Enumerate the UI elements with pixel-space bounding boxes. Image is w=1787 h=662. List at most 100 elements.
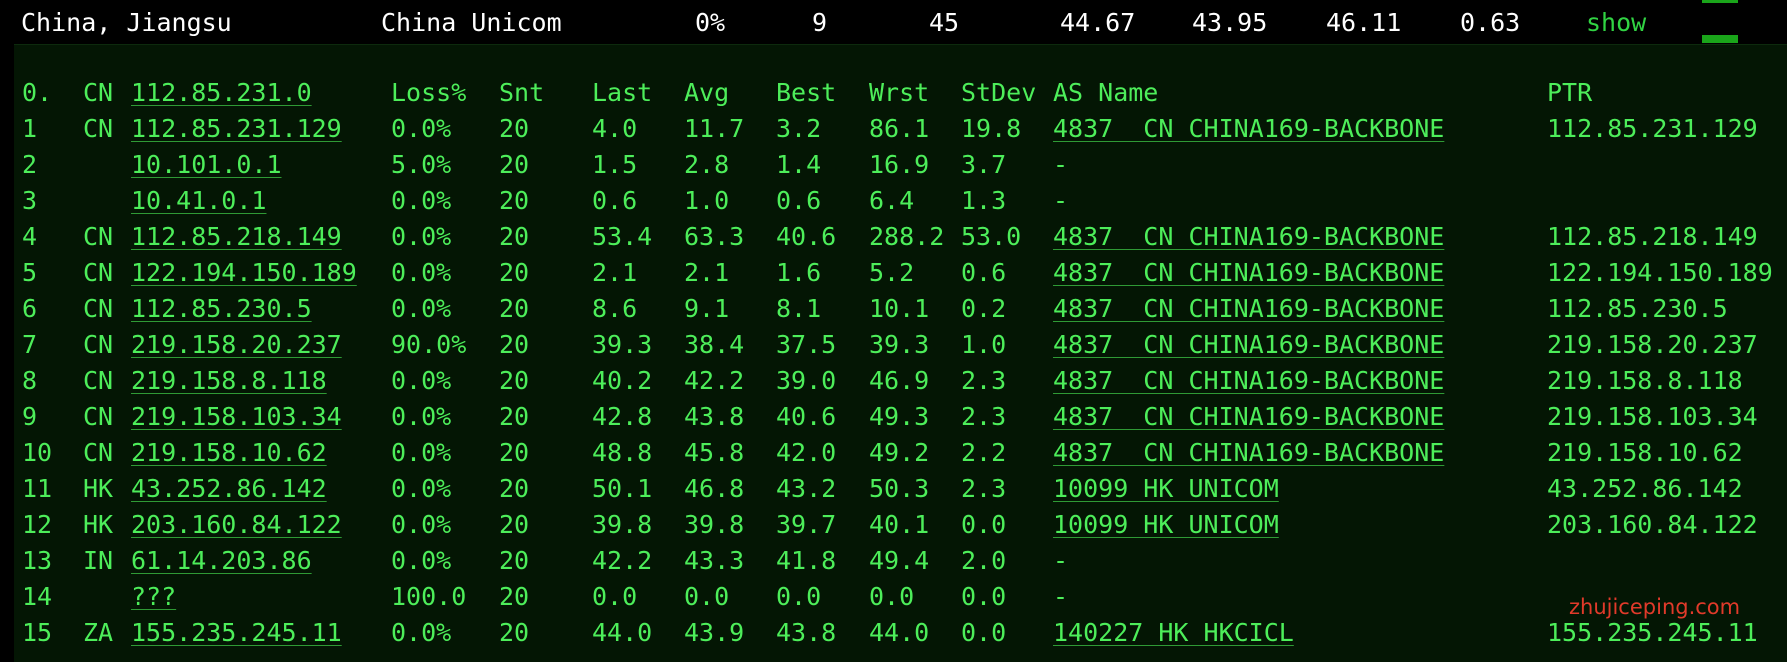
host-link[interactable]: 155.235.245.11 — [131, 616, 342, 650]
as-name-link[interactable]: 4837 CN CHINA169-BACKBONE — [1053, 256, 1444, 290]
hop-number: 12 — [22, 510, 53, 539]
header-host-link[interactable]: 112.85.231.0 — [131, 76, 312, 110]
loss-cell: 0.0% — [391, 294, 452, 323]
hop-number: 3 — [22, 186, 38, 215]
table-header: 0. CN 112.85.231.0 Loss% Snt Last Avg Be… — [14, 76, 1787, 110]
host-link[interactable]: 219.158.20.237 — [131, 328, 342, 362]
as-name-link[interactable]: 10099 HK UNICOM — [1053, 472, 1279, 506]
snt-cell: 20 — [499, 186, 530, 215]
last-cell: 44.0 — [592, 618, 653, 647]
host-link[interactable]: 219.158.103.34 — [131, 400, 342, 434]
as-name-link[interactable]: 10099 HK UNICOM — [1053, 508, 1279, 542]
snt-cell: 20 — [499, 330, 530, 359]
last-cell: 39.3 — [592, 330, 653, 359]
snt-cell: 20 — [499, 618, 530, 647]
mini-bar-bottom — [1702, 35, 1738, 43]
best-cell: 41.8 — [776, 546, 837, 575]
show-link[interactable]: show — [1586, 6, 1646, 40]
wrst-cell: 0.0 — [869, 582, 915, 611]
ptr-cell: 203.160.84.122 — [1547, 510, 1758, 539]
wrst-cell: 10.1 — [869, 294, 930, 323]
country-code: HK — [83, 474, 114, 503]
best-cell: 8.1 — [776, 294, 822, 323]
hops-value: 9 — [812, 8, 828, 37]
table-row: 4 CN 112.85.218.149 0.0% 20 53.4 63.3 40… — [14, 220, 1787, 254]
host-link[interactable]: 219.158.10.62 — [131, 436, 327, 470]
host-link[interactable]: 10.101.0.1 — [131, 148, 282, 182]
as-name-link[interactable]: 4837 CN CHINA169-BACKBONE — [1053, 328, 1444, 362]
table-row: 9 CN 219.158.103.34 0.0% 20 42.8 43.8 40… — [14, 400, 1787, 434]
country-code: CN — [83, 366, 114, 395]
avg-cell: 9.1 — [684, 294, 730, 323]
as-name-link[interactable]: 140227 HK HKCICL — [1053, 616, 1294, 650]
host-link[interactable]: 122.194.150.189 — [131, 256, 357, 290]
country-code: CN — [83, 402, 114, 431]
table-row: 5 CN 122.194.150.189 0.0% 20 2.1 2.1 1.6… — [14, 256, 1787, 290]
host-link[interactable]: 112.85.218.149 — [131, 220, 342, 254]
last-cell: 0.6 — [592, 186, 638, 215]
best-cell: 43.8 — [776, 618, 837, 647]
avg-cell: 63.3 — [684, 222, 745, 251]
last-cell: 42.2 — [592, 546, 653, 575]
as-name-link[interactable]: 4837 CN CHINA169-BACKBONE — [1053, 436, 1444, 470]
header-hop: 0. — [22, 78, 53, 107]
avg-cell: 0.0 — [684, 582, 730, 611]
host-link[interactable]: ??? — [131, 580, 176, 614]
as-name-link[interactable]: 4837 CN CHINA169-BACKBONE — [1053, 364, 1444, 398]
best-cell: 1.6 — [776, 258, 822, 287]
country-code: ZA — [83, 618, 114, 647]
snt-cell: 20 — [499, 546, 530, 575]
header-avg: Avg — [684, 78, 730, 107]
as-name-cell: - — [1053, 150, 1069, 179]
loss-cell: 100.0 — [391, 582, 467, 611]
last-cell: 53.4 — [592, 222, 653, 251]
as-name-link[interactable]: 4837 CN CHINA169-BACKBONE — [1053, 292, 1444, 326]
avg-cell: 46.8 — [684, 474, 745, 503]
best-cell: 40.6 — [776, 402, 837, 431]
header-ptr: PTR — [1547, 78, 1593, 107]
host-link[interactable]: 43.252.86.142 — [131, 472, 327, 506]
stdev-cell: 19.8 — [961, 114, 1022, 143]
best-cell: 42.0 — [776, 438, 837, 467]
as-name-link[interactable]: 4837 CN CHINA169-BACKBONE — [1053, 400, 1444, 434]
mini-bar-top — [1702, 0, 1738, 3]
host-link[interactable]: 10.41.0.1 — [131, 184, 266, 218]
wrst-cell: 86.1 — [869, 114, 930, 143]
last-cell: 2.1 — [592, 258, 638, 287]
header-snt: Snt — [499, 78, 545, 107]
avg-cell: 43.8 — [684, 402, 745, 431]
last-cell: 8.6 — [592, 294, 638, 323]
host-link[interactable]: 61.14.203.86 — [131, 544, 312, 578]
stdev-cell: 1.0 — [961, 330, 1007, 359]
best-cell: 37.5 — [776, 330, 837, 359]
avg-cell: 43.9 — [684, 618, 745, 647]
snt-cell: 20 — [499, 222, 530, 251]
last-cell: 1.5 — [592, 150, 638, 179]
wrst-cell: 46.9 — [869, 366, 930, 395]
wrst-cell: 39.3 — [869, 330, 930, 359]
table-row: 1 CN 112.85.231.129 0.0% 20 4.0 11.7 3.2… — [14, 112, 1787, 146]
avg-cell: 43.3 — [684, 546, 745, 575]
best-cell: 0.6 — [776, 186, 822, 215]
wrst-cell: 5.2 — [869, 258, 915, 287]
host-link[interactable]: 219.158.8.118 — [131, 364, 327, 398]
wrst-cell: 288.2 — [869, 222, 945, 251]
host-link[interactable]: 112.85.231.129 — [131, 112, 342, 146]
table-row: 14 ??? 100.0 20 0.0 0.0 0.0 0.0 0.0 - — [14, 580, 1787, 614]
wrst-cell: 16.9 — [869, 150, 930, 179]
stdev-cell: 1.3 — [961, 186, 1007, 215]
last-cell: 48.8 — [592, 438, 653, 467]
stdev-cell: 2.3 — [961, 474, 1007, 503]
wrst-cell: 49.3 — [869, 402, 930, 431]
snt-cell: 20 — [499, 582, 530, 611]
avg-cell: 11.7 — [684, 114, 745, 143]
as-name-link[interactable]: 4837 CN CHINA169-BACKBONE — [1053, 220, 1444, 254]
location-label: China, Jiangsu — [21, 8, 232, 37]
ptr-cell: 43.252.86.142 — [1547, 474, 1743, 503]
ptr-cell: 112.85.231.129 — [1547, 114, 1758, 143]
best-cell: 39.0 — [776, 366, 837, 395]
host-link[interactable]: 112.85.230.5 — [131, 292, 312, 326]
as-name-link[interactable]: 4837 CN CHINA169-BACKBONE — [1053, 112, 1444, 146]
host-link[interactable]: 203.160.84.122 — [131, 508, 342, 542]
best-cell: 1.4 — [776, 150, 822, 179]
